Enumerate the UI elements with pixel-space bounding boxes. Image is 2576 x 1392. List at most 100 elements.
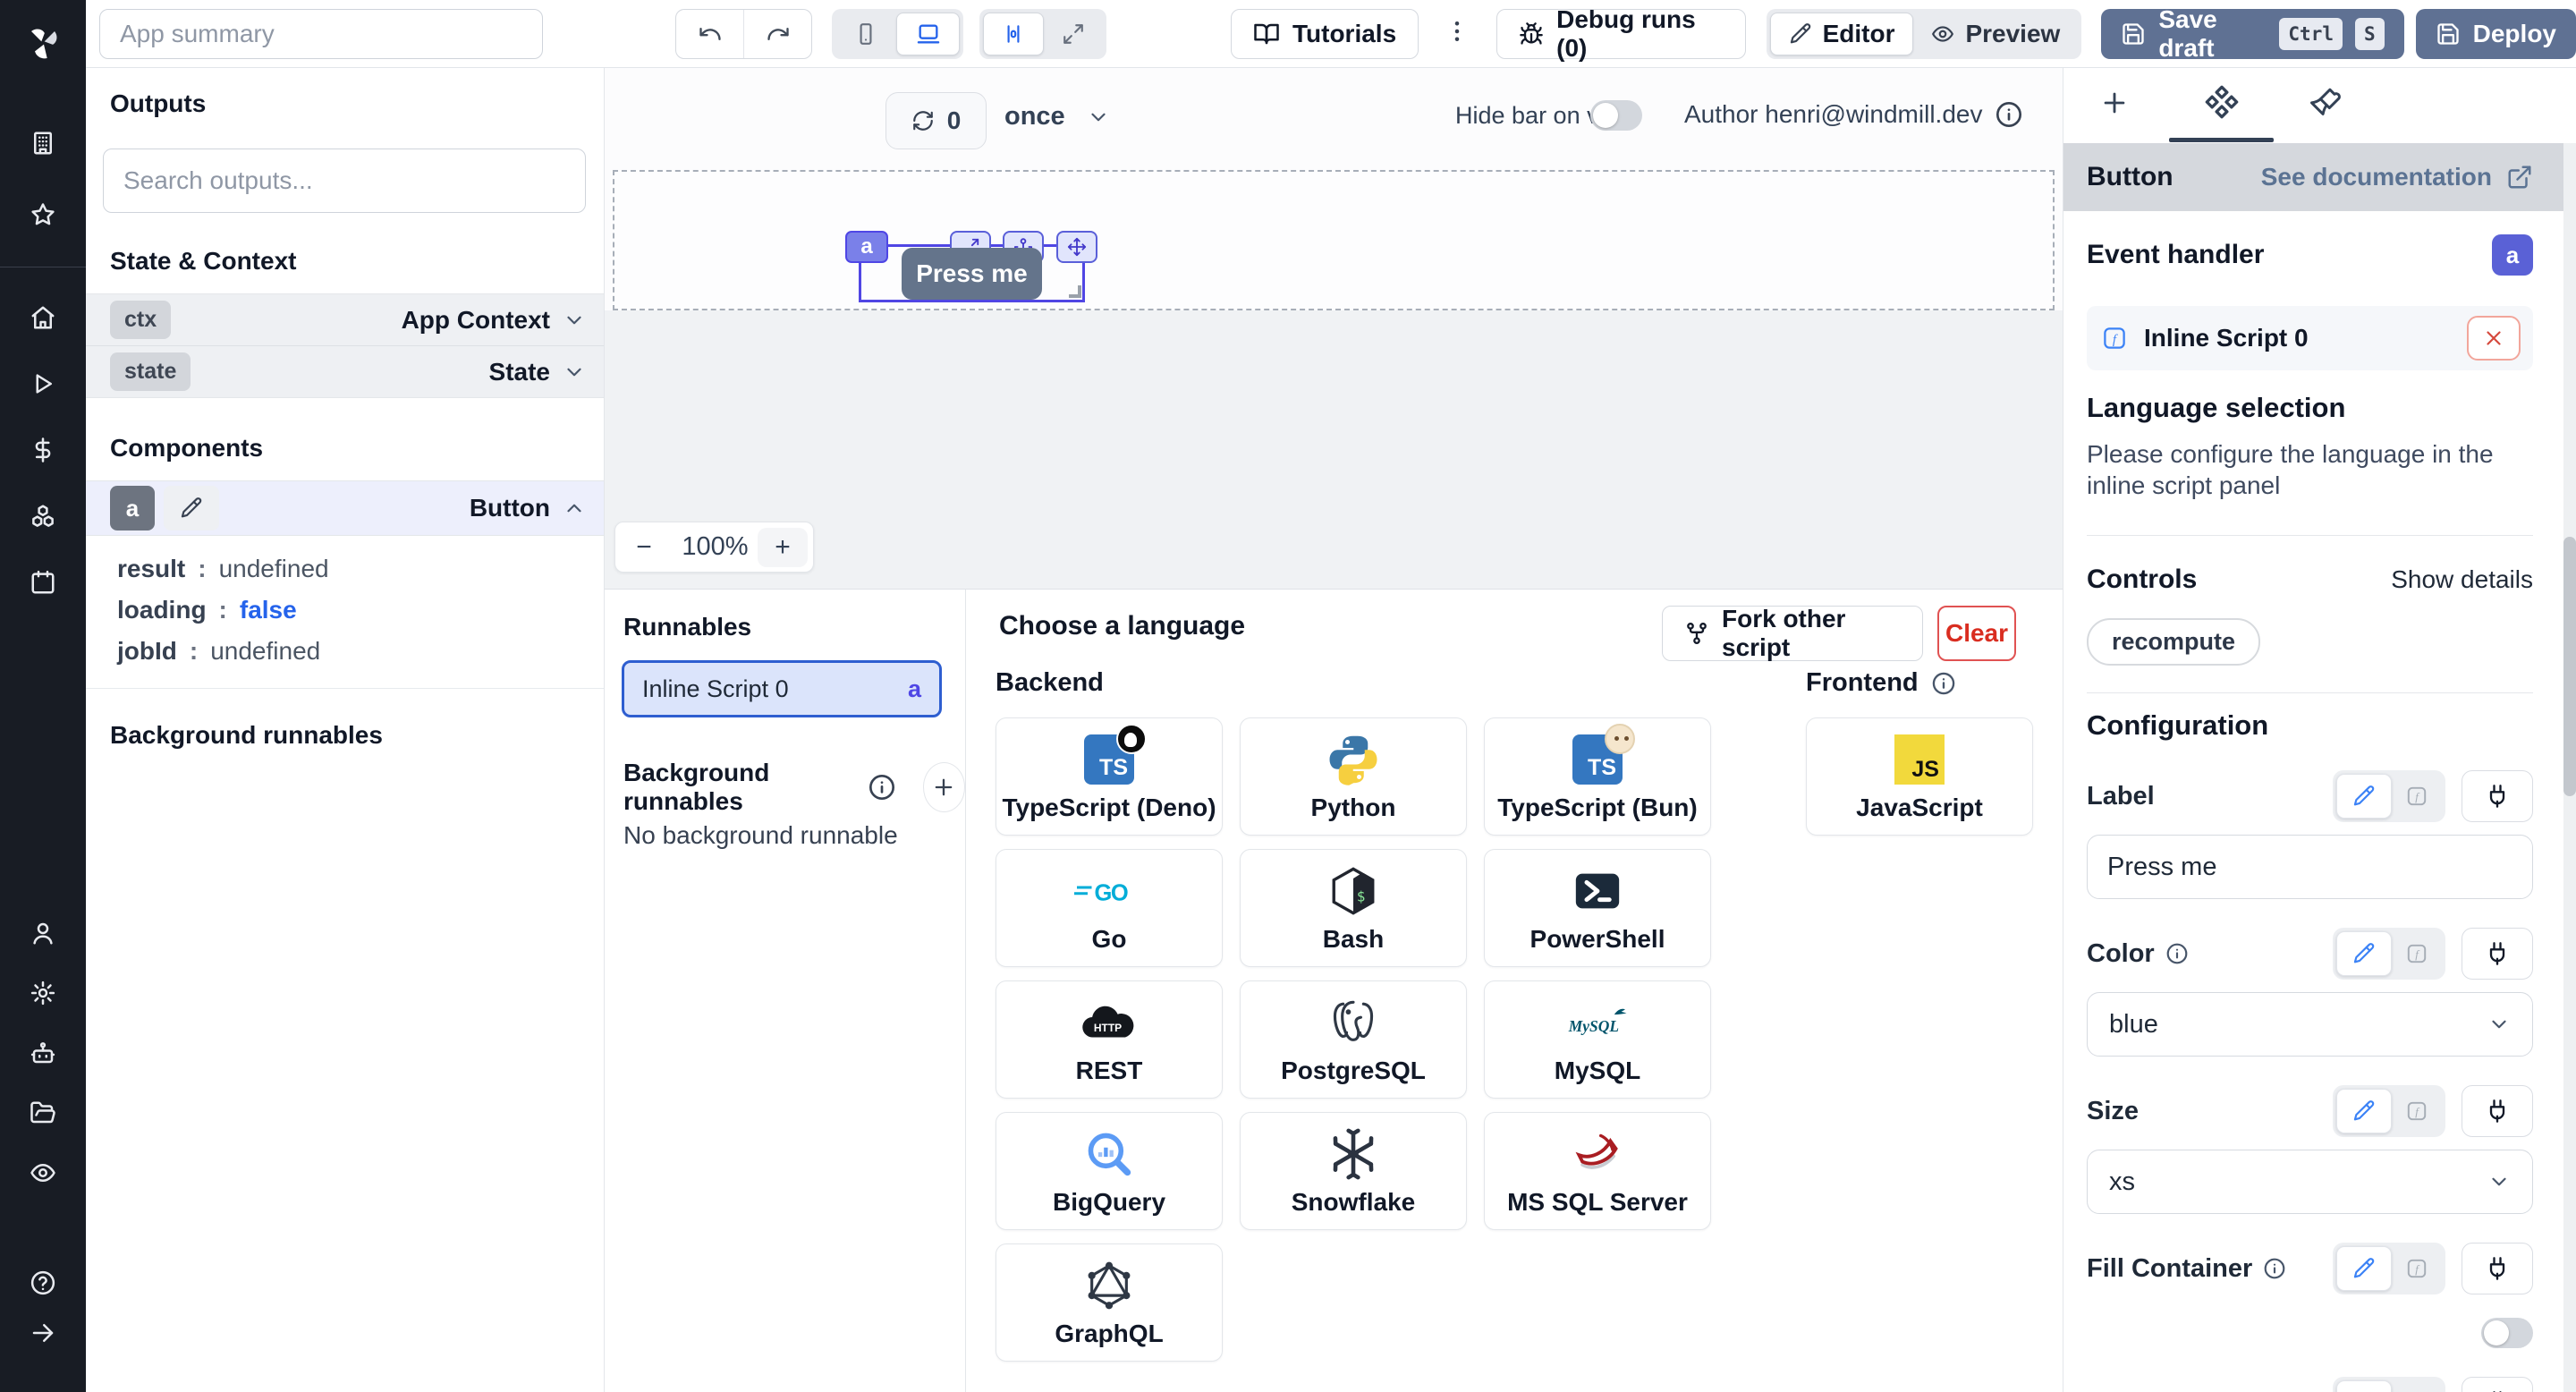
language-tile-rest[interactable]: HTTP REST: [996, 980, 1223, 1099]
tab-insert-plus-icon[interactable]: [2099, 88, 2130, 118]
mobile-view-button[interactable]: [835, 13, 897, 55]
sidebar-item-folder-open[interactable]: [0, 1088, 86, 1138]
deploy-button[interactable]: Deploy: [2416, 9, 2576, 59]
runnable-item-inline-script-0[interactable]: Inline Script 0 a: [622, 660, 942, 717]
fx-expression-button[interactable]: f: [2392, 1246, 2442, 1291]
editor-tab[interactable]: Editor: [1770, 13, 1914, 55]
connect-output-button[interactable]: [2462, 1243, 2533, 1294]
fork-other-script-button[interactable]: Fork other script: [1662, 606, 1923, 661]
inline-script-row[interactable]: f Inline Script 0: [2087, 306, 2533, 370]
connect-output-button[interactable]: [2462, 928, 2533, 980]
schedule-dropdown[interactable]: once: [1004, 102, 1110, 132]
redo-button[interactable]: [743, 10, 810, 58]
sidebar-item-star[interactable]: [0, 190, 86, 240]
desktop-view-button[interactable]: [896, 13, 960, 55]
component-row-button[interactable]: a Button: [86, 480, 604, 536]
remove-inline-script-button[interactable]: [2467, 316, 2521, 361]
output-prop-result[interactable]: result : undefined: [86, 548, 604, 590]
color-select[interactable]: blue: [2087, 992, 2533, 1057]
static-value-button[interactable]: [2336, 1089, 2392, 1133]
state-row-ctx[interactable]: ctx App Context: [86, 293, 604, 345]
language-tile-python[interactable]: Python: [1240, 717, 1467, 836]
resize-handle[interactable]: [1069, 285, 1081, 298]
language-tile-bash[interactable]: $ Bash: [1240, 849, 1467, 967]
connect-output-button[interactable]: [2462, 770, 2533, 822]
fill-container-toggle[interactable]: [2481, 1318, 2533, 1348]
static-value-button[interactable]: [2336, 774, 2392, 819]
output-prop-loading[interactable]: loading : false: [86, 590, 604, 631]
size-select[interactable]: xs: [2087, 1150, 2533, 1214]
hide-bar-toggle[interactable]: [1590, 100, 1642, 131]
canvas-background: [605, 310, 2063, 589]
scrollbar-thumb[interactable]: [2563, 537, 2576, 796]
debug-runs-button[interactable]: Debug runs (0): [1496, 9, 1745, 59]
language-tile-snowflake[interactable]: Snowflake: [1240, 1112, 1467, 1230]
connect-output-button[interactable]: [2462, 1377, 2533, 1392]
preview-tab[interactable]: Preview: [1913, 13, 2078, 55]
fx-expression-button[interactable]: f: [2392, 1089, 2442, 1133]
sidebar-item-building[interactable]: [0, 118, 86, 168]
zoom-in-button[interactable]: +: [758, 528, 808, 567]
tutorials-button[interactable]: Tutorials: [1231, 9, 1419, 59]
clear-button[interactable]: Clear: [1937, 606, 2016, 661]
fx-expression-button[interactable]: f: [2392, 774, 2442, 819]
logo-bigquery-icon: [996, 1122, 1222, 1186]
static-value-button[interactable]: [2336, 1246, 2392, 1291]
move-component-button[interactable]: [1056, 231, 1097, 263]
control-chip-recompute[interactable]: recompute: [2087, 618, 2260, 666]
zoom-out-button[interactable]: −: [615, 522, 673, 572]
sidebar-item-help[interactable]: [0, 1258, 86, 1308]
runnable-badge: a: [908, 675, 921, 703]
button-component[interactable]: Press me: [902, 248, 1042, 300]
sidebar-item-bot[interactable]: [0, 1028, 86, 1078]
language-tile-graphql[interactable]: GraphQL: [996, 1243, 1223, 1362]
static-fx-segment: f: [2333, 1377, 2445, 1392]
show-details-link[interactable]: Show details: [2391, 565, 2533, 594]
sidebar-item-settings[interactable]: [0, 968, 86, 1018]
language-tile-powershell[interactable]: PowerShell: [1484, 849, 1711, 967]
static-value-button[interactable]: [2336, 1380, 2392, 1392]
windmill-logo[interactable]: [0, 0, 86, 86]
more-menu-button[interactable]: [1444, 18, 1470, 49]
inspector-body: Event handler a f Inline Script 0 Langua…: [2087, 211, 2533, 1392]
sidebar-item-arrow-right[interactable]: [0, 1308, 86, 1358]
language-tile-postgresql[interactable]: PostgreSQL: [1240, 980, 1467, 1099]
connect-output-button[interactable]: [2462, 1085, 2533, 1137]
language-tile-ms-sql-server[interactable]: MS SQL Server: [1484, 1112, 1711, 1230]
sidebar-item-user[interactable]: [0, 908, 86, 958]
static-value-button[interactable]: [2336, 931, 2392, 976]
app-grid-container[interactable]: [613, 170, 2055, 310]
undo-button[interactable]: [676, 10, 743, 58]
add-background-runnable-button[interactable]: [923, 762, 965, 812]
sidebar-item-eye[interactable]: [0, 1148, 86, 1198]
refresh-count-button[interactable]: 0: [886, 92, 987, 149]
sidebar-item-home[interactable]: [0, 293, 86, 343]
language-tile-bigquery[interactable]: BigQuery: [996, 1112, 1223, 1230]
output-prop-jobId[interactable]: jobId : undefined: [86, 631, 604, 672]
see-documentation-link[interactable]: See documentation: [2261, 163, 2533, 191]
fx-expression-button[interactable]: f: [2392, 931, 2442, 976]
language-tile-mysql[interactable]: MySQL MySQL: [1484, 980, 1711, 1099]
sidebar-item-calendar[interactable]: [0, 557, 86, 607]
rename-component-button[interactable]: [164, 486, 219, 530]
state-row-state[interactable]: state State: [86, 345, 604, 397]
tab-settings-component-icon[interactable]: [2204, 84, 2240, 120]
language-tile-typescript-deno-[interactable]: TS TypeScript (Deno): [996, 717, 1223, 836]
language-tile-go[interactable]: GO Go: [996, 849, 1223, 967]
centered-layout-button[interactable]: [983, 13, 1044, 55]
inspector-scrollbar[interactable]: [2563, 143, 2576, 1392]
sidebar-item-dollar[interactable]: [0, 425, 86, 475]
fx-expression-button[interactable]: f: [2392, 1380, 2442, 1392]
tab-styling-brush-icon[interactable]: [2310, 86, 2343, 118]
sidebar-item-play[interactable]: [0, 359, 86, 409]
language-tile-typescript-bun-[interactable]: TS TypeScript (Bun): [1484, 717, 1711, 836]
save-draft-button[interactable]: Save draft Ctrl S: [2101, 9, 2403, 59]
search-outputs-input[interactable]: [103, 149, 586, 213]
full-width-layout-button[interactable]: [1044, 13, 1103, 55]
language-tile-javascript[interactable]: JS JavaScript: [1806, 717, 2033, 836]
sidebar-item-boxes[interactable]: [0, 491, 86, 541]
label-field[interactable]: [2087, 835, 2533, 899]
home-icon: [30, 304, 56, 331]
app-summary-input[interactable]: [99, 9, 543, 59]
book-open-icon: [1253, 21, 1280, 47]
